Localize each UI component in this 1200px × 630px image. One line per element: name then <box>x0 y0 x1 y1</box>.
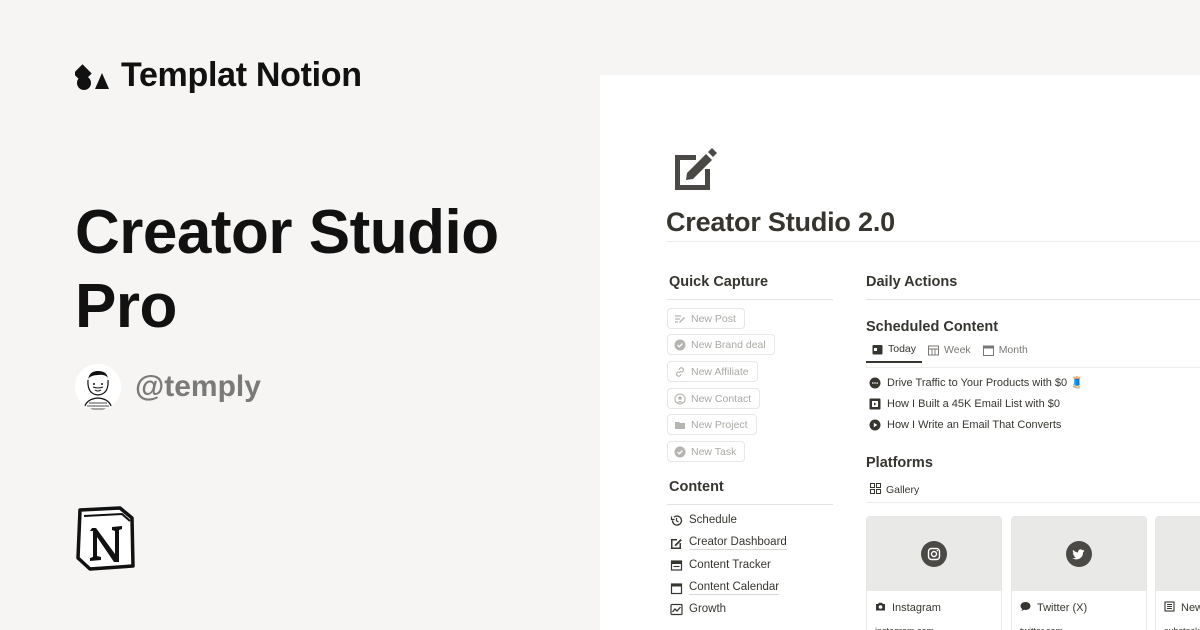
platform-url: substack <box>1156 617 1200 630</box>
daily-actions-divider <box>866 299 1200 300</box>
brand: Templat Notion <box>75 56 362 95</box>
scheduled-view-tabs: Today Week Month <box>866 343 1034 363</box>
twitter-icon <box>1066 541 1092 567</box>
hero-title: Creator Studio Pro <box>75 196 575 344</box>
tabs-divider <box>866 367 1200 368</box>
page-edit-icon <box>675 148 717 190</box>
nav-growth[interactable]: Growth <box>670 603 726 616</box>
daily-actions-heading: Daily Actions <box>866 274 958 290</box>
platforms-heading: Platforms <box>866 455 933 471</box>
content-heading: Content <box>669 479 724 495</box>
new-post-label: New Post <box>691 312 736 325</box>
gallery-view-label: Gallery <box>886 484 920 496</box>
gallery-icon <box>870 483 881 497</box>
edit-lines-icon <box>674 313 686 325</box>
platform-name: Twitter (X) <box>1037 602 1088 614</box>
new-brand-deal-label: New Brand deal <box>691 338 766 351</box>
folder-icon <box>674 419 686 431</box>
avatar <box>75 364 121 410</box>
scheduled-item-title: Drive Traffic to Your Products with $0 🧵 <box>887 377 1084 389</box>
avatar-face-icon <box>75 364 121 410</box>
check-circle-icon <box>674 446 686 458</box>
platform-name: Instagram <box>892 602 941 614</box>
tracker-icon <box>670 559 683 572</box>
card-cover <box>1012 517 1146 591</box>
new-affiliate-label: New Affiliate <box>691 365 749 378</box>
scheduled-item[interactable]: How I Built a 45K Email List with $0 <box>869 398 1060 410</box>
notion-logo-icon <box>76 506 135 571</box>
newsletter-icon <box>1164 599 1175 617</box>
tab-today[interactable]: Today <box>866 343 923 363</box>
scheduled-item-title: How I Built a 45K Email List with $0 <box>887 398 1061 410</box>
platform-name: New <box>1181 602 1200 614</box>
nav-schedule-label: Schedule <box>689 514 737 526</box>
history-icon <box>670 514 683 527</box>
film-icon <box>869 398 881 410</box>
new-task-label: New Task <box>691 445 737 458</box>
link-icon <box>674 366 686 378</box>
nav-content-calendar-label: Content Calendar <box>689 581 780 595</box>
card-cover <box>1156 517 1200 591</box>
table-icon <box>928 345 940 356</box>
edit-icon <box>670 537 683 550</box>
new-contact-button[interactable]: New Contact <box>667 388 761 409</box>
platform-card-newsletter[interactable]: New substack <box>1155 516 1200 630</box>
user-circle-icon <box>674 392 686 405</box>
play-icon <box>869 419 881 431</box>
tab-week[interactable]: Week <box>922 343 977 363</box>
scheduled-item[interactable]: How I Write an Email That Converts <box>869 419 1061 431</box>
hero-title-line-2: Pro <box>75 272 177 341</box>
check-badge-icon <box>674 339 686 351</box>
camera-icon <box>875 599 886 617</box>
platform-card-twitter[interactable]: Twitter (X) twitter.com <box>1011 516 1147 630</box>
platform-card-instagram[interactable]: Instagram instagram.com <box>866 516 1002 630</box>
nav-content-tracker[interactable]: Content Tracker <box>670 559 771 572</box>
calendar-today-icon <box>872 344 883 355</box>
growth-chart-icon <box>670 603 683 616</box>
scheduled-item[interactable]: Drive Traffic to Your Products with $0 🧵 <box>869 376 1084 389</box>
brand-name: Templat Notion <box>121 56 362 94</box>
calendar-icon <box>670 582 683 595</box>
quick-capture-divider <box>667 299 833 300</box>
new-affiliate-button[interactable]: New Affiliate <box>667 361 758 382</box>
platform-url: twitter.com <box>1012 617 1146 630</box>
tab-month[interactable]: Month <box>977 343 1034 363</box>
scheduled-item-title: How I Write an Email That Converts <box>887 419 1062 431</box>
tab-today-label: Today <box>888 343 917 355</box>
instagram-icon <box>921 541 947 567</box>
calendar-icon <box>982 345 994 356</box>
speech-bubble-icon <box>1020 599 1031 617</box>
quick-capture-heading: Quick Capture <box>669 274 769 290</box>
gallery-view-tab[interactable]: Gallery <box>870 483 919 497</box>
platform-url: instagram.com <box>867 617 1001 630</box>
nav-creator-dashboard[interactable]: Creator Dashboard <box>670 536 787 550</box>
author-handle[interactable]: @temply <box>135 370 261 404</box>
title-divider <box>666 241 1200 242</box>
tab-month-label: Month <box>998 344 1028 356</box>
templat-logo-icon <box>75 63 109 90</box>
new-project-label: New Project <box>691 418 748 431</box>
new-task-button[interactable]: New Task <box>667 441 746 462</box>
nav-content-tracker-label: Content Tracker <box>689 559 771 571</box>
card-cover <box>867 517 1001 591</box>
page-title: Creator Studio 2.0 <box>666 207 895 237</box>
nav-growth-label: Growth <box>689 603 727 615</box>
speech-bubble-icon <box>869 377 881 389</box>
author: @temply <box>75 364 261 410</box>
scheduled-content-heading: Scheduled Content <box>866 319 999 335</box>
new-contact-label: New Contact <box>691 392 752 405</box>
new-post-button[interactable]: New Post <box>667 308 745 329</box>
notion-page-preview: Creator Studio 2.0 Quick Capture New Pos… <box>600 75 1200 630</box>
tab-week-label: Week <box>944 344 971 356</box>
new-project-button[interactable]: New Project <box>667 414 757 435</box>
new-brand-deal-button[interactable]: New Brand deal <box>667 334 775 355</box>
nav-content-calendar[interactable]: Content Calendar <box>670 581 780 595</box>
nav-creator-dashboard-label: Creator Dashboard <box>689 536 787 550</box>
hero-title-line-1: Creator Studio <box>75 198 499 267</box>
nav-schedule[interactable]: Schedule <box>670 514 737 527</box>
content-divider <box>667 504 833 505</box>
gallery-divider <box>866 502 1200 503</box>
